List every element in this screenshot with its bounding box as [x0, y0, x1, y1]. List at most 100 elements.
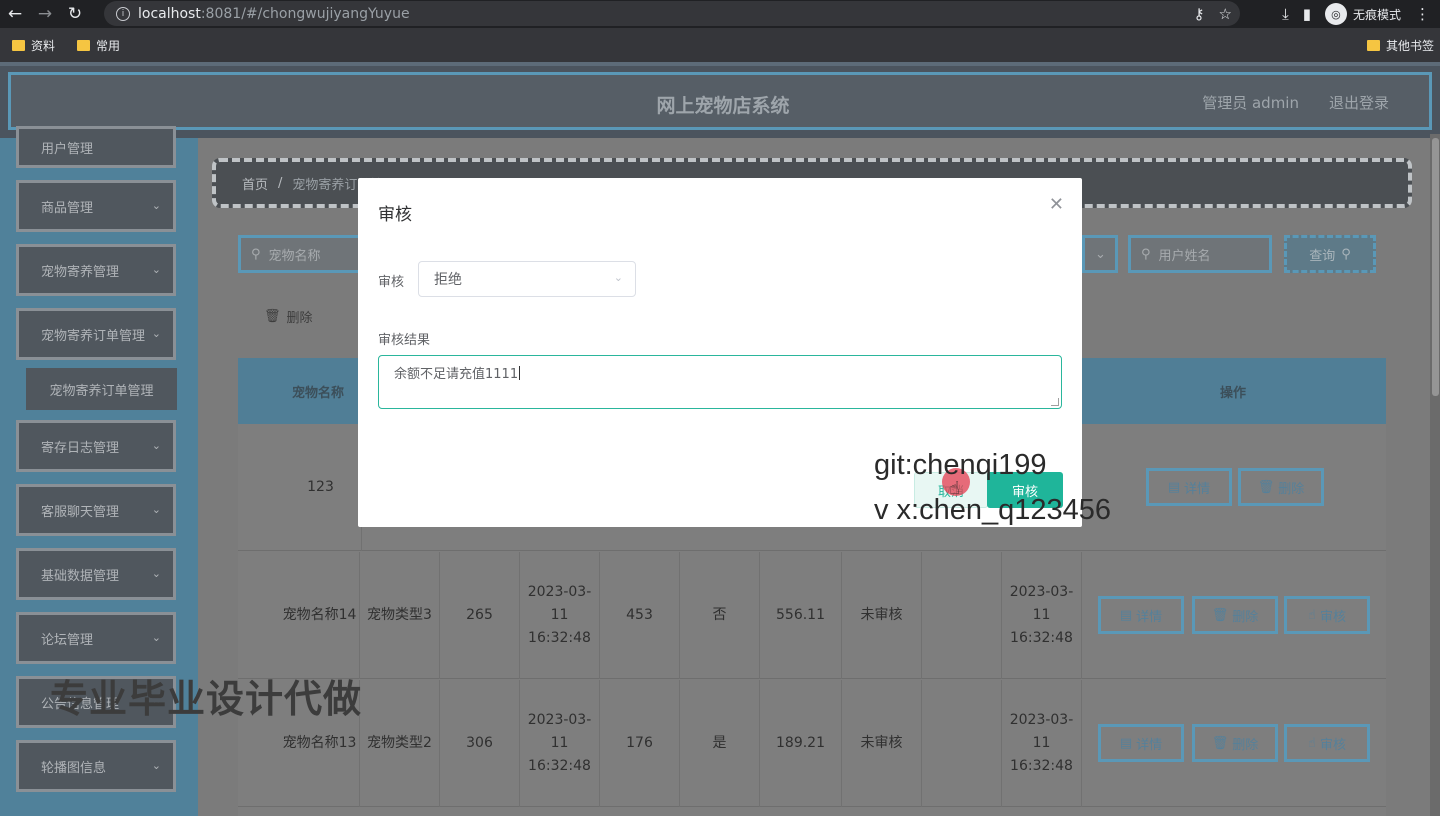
bookmark-label: 常用: [96, 38, 121, 53]
app-header: 网上宠物店系统 管理员 admin 退出登录: [0, 62, 1440, 138]
sidebar-item-forum[interactable]: 论坛管理 ⌄: [16, 612, 176, 664]
chevron-down-icon: ⌄: [151, 327, 161, 340]
text-caret: [519, 366, 521, 380]
page-scrollbar[interactable]: [1430, 134, 1440, 816]
breadcrumb-home[interactable]: 首页: [242, 174, 268, 193]
result-text: 余额不足请充值1111: [394, 367, 519, 382]
user-name-search-input[interactable]: ⚲ 用户姓名: [1128, 235, 1272, 273]
chevron-down-icon: ⌄: [151, 263, 161, 276]
review-label: 审核: [378, 275, 405, 290]
review-select-value: 拒绝: [434, 272, 462, 288]
trash-icon: 🗑: [264, 309, 281, 324]
info-icon[interactable]: i: [116, 6, 130, 21]
review-select[interactable]: 拒绝 ⌄: [418, 261, 636, 297]
other-bookmarks[interactable]: 其他书签: [1366, 28, 1434, 62]
th-pet-name: 宠物名称: [292, 386, 345, 401]
review-button[interactable]: ☝ 审核: [1284, 596, 1370, 634]
trash-icon: 🗑: [1257, 479, 1275, 495]
th-ops: 操作: [1220, 386, 1247, 401]
sidebar-subitem-boarding-orders[interactable]: 宠物寄养订单管理: [26, 368, 177, 410]
close-icon[interactable]: ✕: [1049, 194, 1064, 215]
folder-icon: [1366, 39, 1380, 51]
cell-pet-type: 宠物类型3: [360, 552, 440, 679]
sidebar-item-carousel[interactable]: 轮播图信息 ⌄: [16, 740, 176, 792]
star-icon[interactable]: ☆: [1219, 5, 1232, 23]
sidebar-item-goods[interactable]: 商品管理 ⌄: [16, 180, 176, 232]
status-select[interactable]: ⌄: [1082, 235, 1118, 273]
query-button[interactable]: 查询 ⚲: [1284, 235, 1376, 273]
sidebar-item-base-data[interactable]: 基础数据管理 ⌄: [16, 548, 176, 600]
detail-button[interactable]: ▤ 详情: [1098, 596, 1184, 634]
sidebar-item-users[interactable]: 用户管理: [16, 126, 176, 168]
dialog-title: 审核: [378, 205, 412, 225]
sidebar-item-storage-log[interactable]: 寄存日志管理 ⌄: [16, 420, 176, 472]
resize-handle[interactable]: [1051, 398, 1059, 406]
cell-pet-type: 宠物类型2: [360, 680, 440, 807]
folder-icon: [12, 39, 25, 51]
key-icon[interactable]: ⚷: [1194, 5, 1205, 23]
delete-button[interactable]: 🗑 删除: [1192, 724, 1278, 762]
chevron-down-icon: ⌄: [151, 503, 161, 516]
bookmark-label: 资料: [31, 38, 56, 53]
browser-toolbar: ← → ↻ i localhost:8081/#/chongwujiyangYu…: [0, 0, 1440, 28]
delete-button[interactable]: 🗑 删除: [1192, 596, 1278, 634]
doc-icon: ▤: [1167, 479, 1181, 495]
reload-icon[interactable]: ↻: [60, 0, 90, 28]
sidepanel-icon[interactable]: ▮: [1303, 5, 1311, 23]
search-icon: ⚲: [1141, 246, 1151, 262]
review-button[interactable]: ☝ 审核: [1284, 724, 1370, 762]
sidebar-item-boarding-orders[interactable]: 宠物寄养订单管理 ⌄: [16, 308, 176, 360]
cell-pet-name: 宠物名称14: [280, 552, 360, 679]
thumb-icon: ☝: [1308, 735, 1316, 751]
scrollbar-thumb[interactable]: [1432, 138, 1439, 396]
watermark-cn: 专业毕业设计代做: [50, 677, 363, 721]
bookmarks-bar: 资料 常用 其他书签: [0, 28, 1440, 62]
pet-name-placeholder: 宠物名称: [268, 248, 321, 264]
folder-icon: [77, 39, 91, 51]
sidebar-item-pet-boarding[interactable]: 宠物寄养管理 ⌄: [16, 244, 176, 296]
cell-amount: 189.21: [760, 680, 842, 807]
cell-flag: 否: [680, 552, 760, 679]
bookmark-folder[interactable]: 常用: [77, 37, 120, 54]
cell-status: 未审核: [842, 680, 922, 807]
address-bar[interactable]: i localhost:8081/#/chongwujiyangYuyue ⚷ …: [104, 1, 1240, 26]
incognito-icon: ◎: [1324, 3, 1347, 25]
batch-delete-button[interactable]: 🗑 删除: [264, 307, 313, 326]
cell-number: 306: [440, 680, 520, 807]
cell-pet-name: 123: [280, 424, 362, 551]
cell-date: 2023-03-11 16:32:48: [520, 680, 600, 807]
trash-icon: 🗑: [1211, 607, 1229, 623]
bookmark-folder[interactable]: 资料: [12, 37, 55, 54]
search-icon: ⚲: [251, 246, 261, 262]
result-textarea[interactable]: 余额不足请充值1111: [378, 355, 1062, 409]
forward-icon[interactable]: →: [30, 0, 60, 28]
result-label: 审核结果: [378, 333, 431, 348]
incognito-label: 无痕模式: [1352, 7, 1401, 22]
thumb-icon: ☝: [1308, 607, 1316, 623]
chevron-down-icon: ⌄: [1095, 246, 1106, 262]
chevron-down-icon: ⌄: [151, 199, 161, 212]
cell-empty: [922, 552, 1002, 679]
cell-date: 2023-03-11 16:32:48: [520, 552, 600, 679]
sidebar-item-chat[interactable]: 客服聊天管理 ⌄: [16, 484, 176, 536]
back-icon[interactable]: ←: [0, 0, 30, 28]
logout-link[interactable]: 退出登录: [1329, 92, 1389, 113]
pet-name-search-input[interactable]: ⚲ 宠物名称: [238, 235, 368, 273]
url-path: :8081/#/chongwujiyangYuyue: [200, 5, 410, 22]
chevron-down-icon: ⌄: [151, 631, 161, 644]
chevron-down-icon: ⌄: [151, 439, 161, 452]
detail-button[interactable]: ▤ 详情: [1098, 724, 1184, 762]
admin-user: 管理员 admin: [1202, 94, 1299, 112]
cell-number: 265: [440, 552, 520, 679]
trash-icon: 🗑: [1211, 735, 1229, 751]
user-name-placeholder: 用户姓名: [1158, 248, 1211, 264]
cell-number: 176: [600, 680, 680, 807]
incognito-badge[interactable]: ◎ 无痕模式: [1324, 3, 1401, 25]
search-icon: ⚲: [1341, 246, 1351, 262]
delete-button[interactable]: 🗑 删除: [1238, 468, 1324, 506]
download-icon[interactable]: ⤓: [1282, 5, 1289, 23]
menu-icon[interactable]: ⋮: [1415, 5, 1430, 23]
detail-button[interactable]: ▤ 详情: [1146, 468, 1232, 506]
cell-empty: [922, 680, 1002, 807]
watermark-git: git:chenqi199: [874, 449, 1047, 481]
